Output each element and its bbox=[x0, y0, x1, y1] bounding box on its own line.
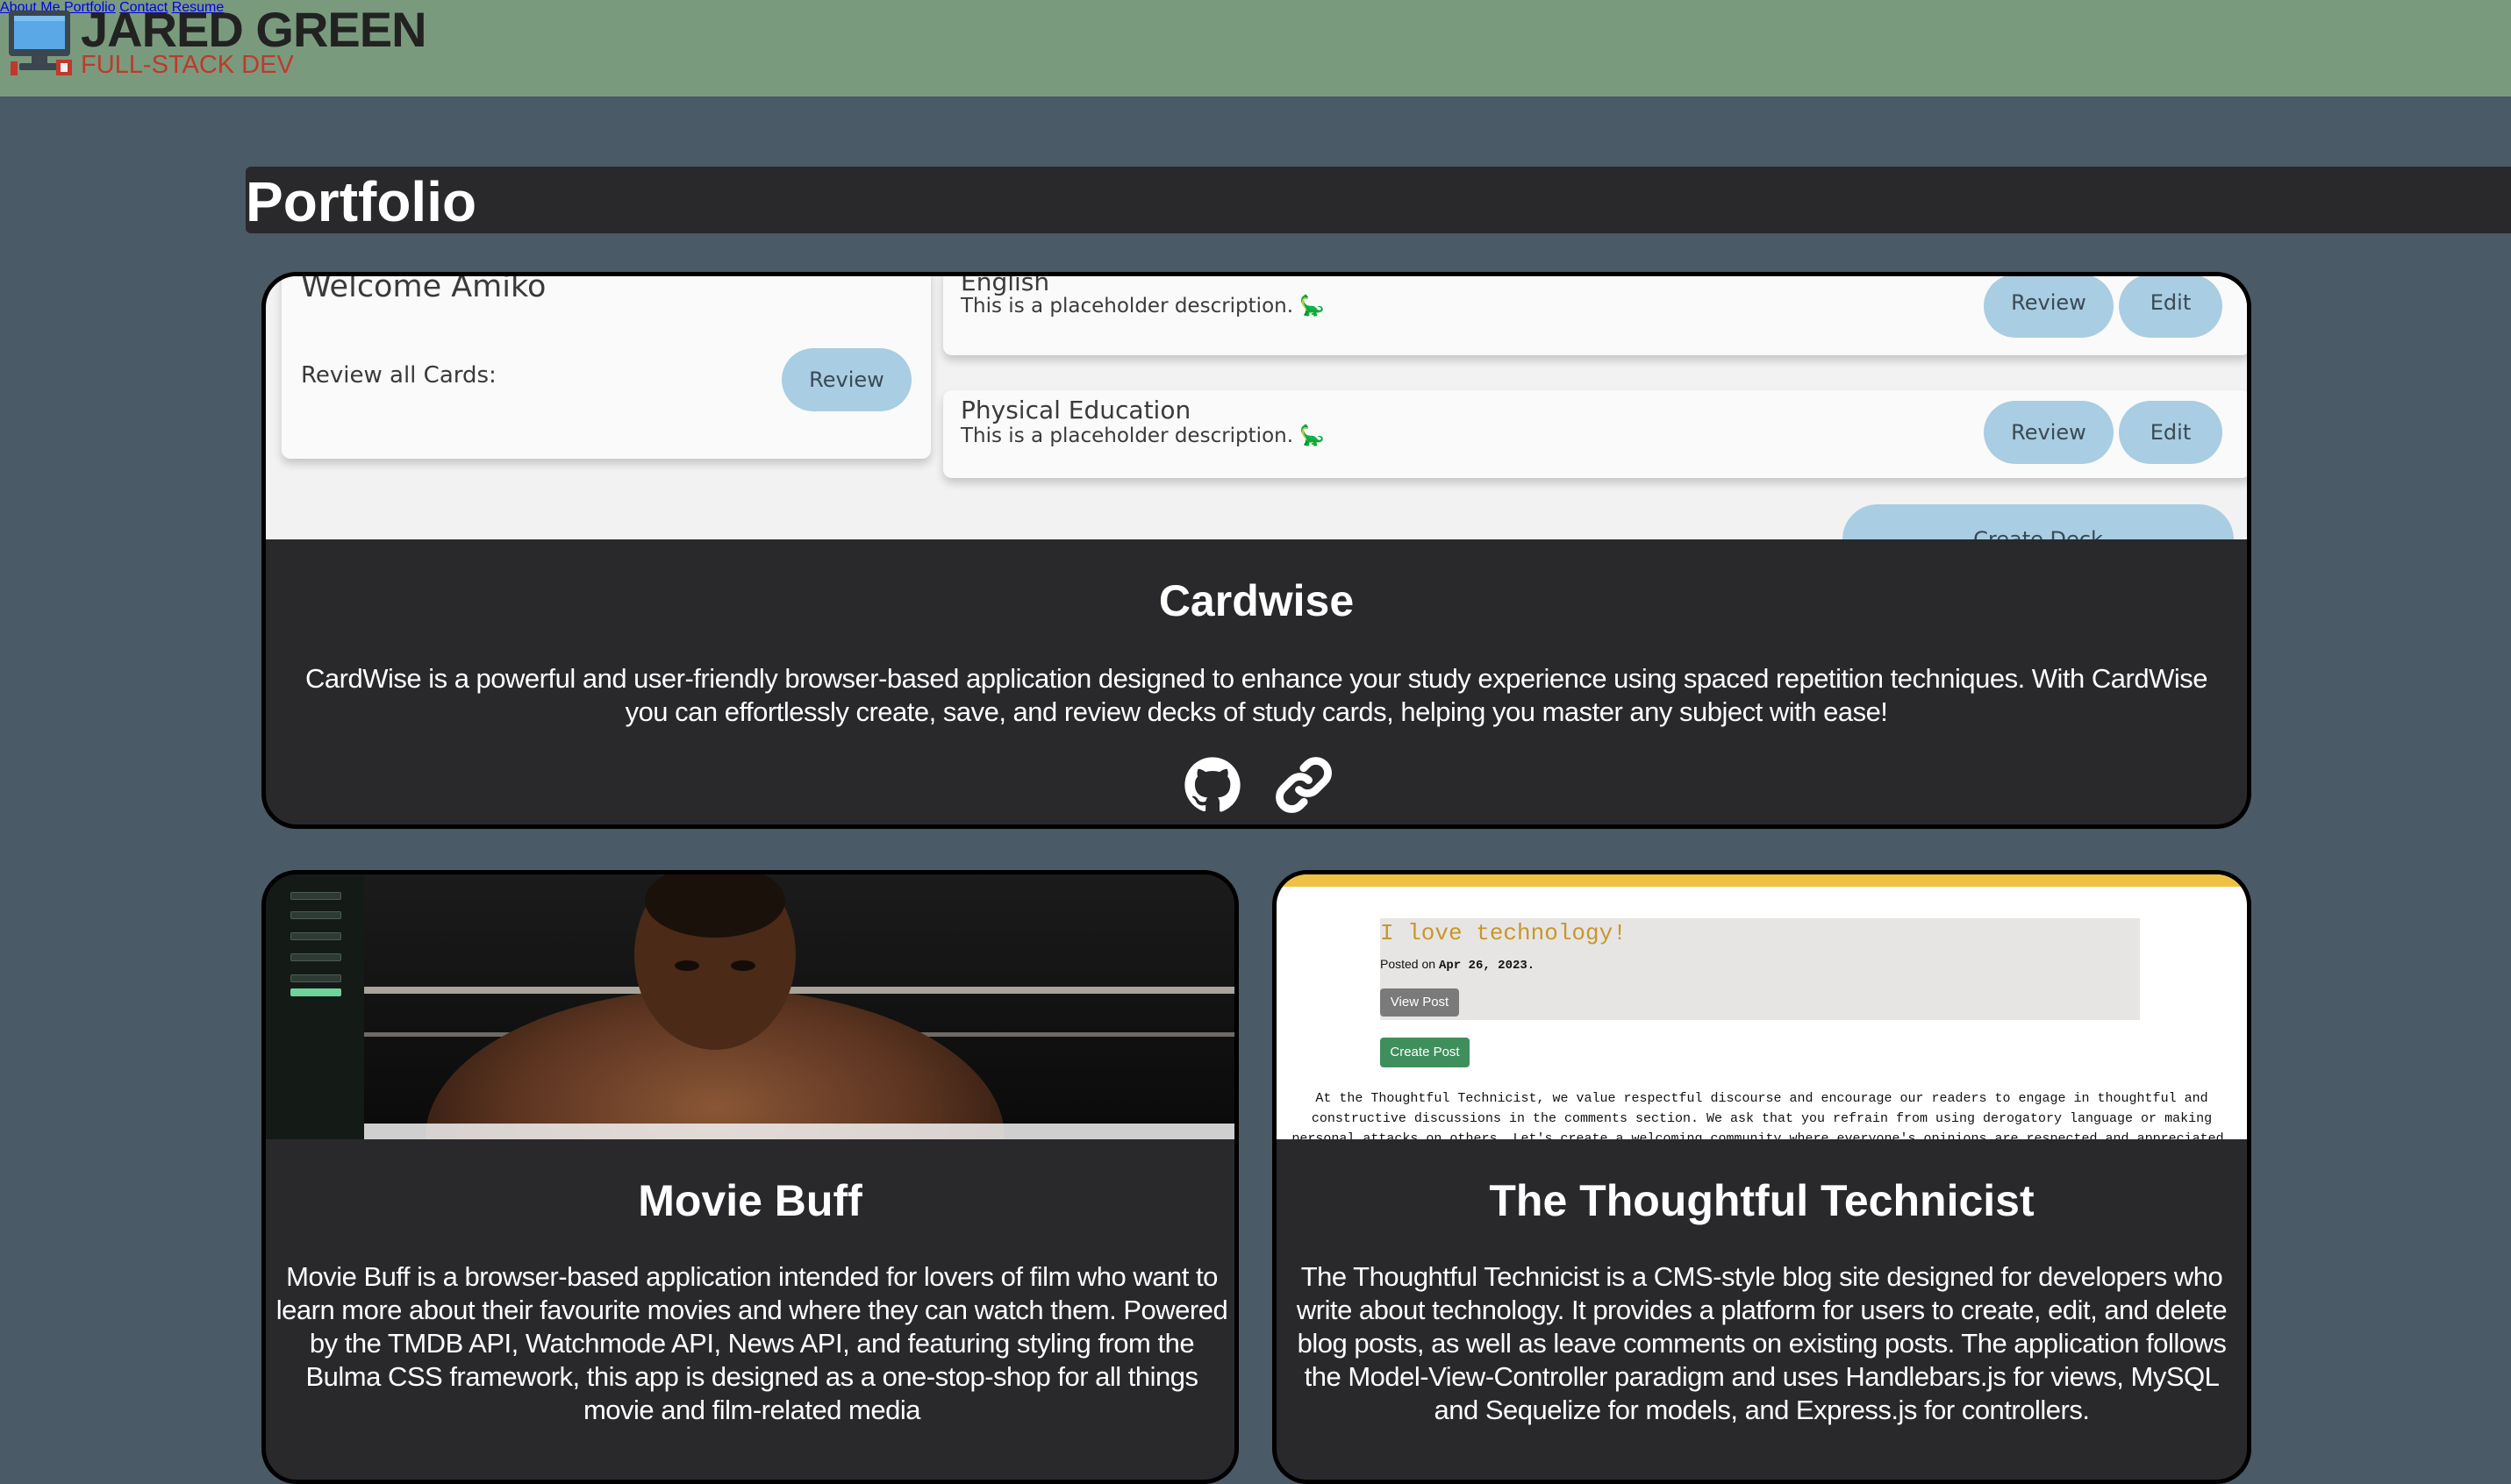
project-title: Movie Buff bbox=[638, 1176, 862, 1225]
deck-edit-button[interactable]: Edit bbox=[2119, 401, 2222, 464]
posted-on-label: Posted on bbox=[1380, 957, 1436, 971]
section-title-bar bbox=[246, 167, 2511, 233]
project-card-movie-buff: Movie Buff Movie Buff is a browser-based… bbox=[261, 870, 1239, 1484]
deck-name: Physical Education bbox=[961, 396, 1191, 425]
brand-subtitle: FULL-STACK DEV bbox=[81, 51, 294, 79]
app-sidebar bbox=[266, 874, 364, 1139]
deck-description: This is a placeholder description. 🦕 bbox=[961, 425, 1325, 447]
project-description: CardWise is a powerful and user-friendly… bbox=[305, 663, 2208, 727]
link-icon[interactable] bbox=[1275, 756, 1333, 814]
view-post-button[interactable]: View Post bbox=[1380, 988, 1459, 1017]
welcome-text: Welcome Amiko bbox=[301, 276, 547, 304]
deck-row-physical-education: Physical Education This is a placeholder… bbox=[943, 390, 2247, 478]
post-title[interactable]: I love technology! bbox=[1380, 920, 1627, 946]
deck-row-english: English This is a placeholder descriptio… bbox=[943, 276, 2247, 355]
site-top-bar bbox=[1277, 874, 2247, 887]
create-post-button[interactable]: Create Post bbox=[1380, 1038, 1470, 1067]
site-header: JARED GREEN FULL-STACK DEV About Me Port… bbox=[0, 0, 2511, 96]
project-card-cardwise: Welcome Amiko Review all Cards: Review E… bbox=[261, 272, 2251, 829]
deck-review-button[interactable]: Review bbox=[1984, 401, 2114, 464]
project-card-thoughtful-technicist: I love technology! Posted on Apr 26, 202… bbox=[1272, 870, 2251, 1484]
deck-review-button[interactable]: Review bbox=[1984, 276, 2114, 338]
post-date: Apr 26, 2023. bbox=[1438, 959, 1535, 973]
project-title: The Thoughtful Technicist bbox=[1489, 1176, 2035, 1225]
post-meta: Posted on Apr 26, 2023. bbox=[1380, 957, 1534, 973]
project-description: Movie Buff is a browser-based applicatio… bbox=[275, 1261, 1228, 1425]
project-screenshot-cardwise[interactable]: Welcome Amiko Review all Cards: Review E… bbox=[266, 276, 2247, 539]
community-notice: At the Thoughtful Technicist, we value r… bbox=[1291, 1091, 2232, 1139]
post-preview: I love technology! Posted on Apr 26, 202… bbox=[1380, 918, 2140, 1020]
project-screenshot-thoughtful-technicist[interactable]: I love technology! Posted on Apr 26, 202… bbox=[1277, 874, 2247, 1139]
review-all-button[interactable]: Review bbox=[782, 348, 912, 411]
create-deck-button[interactable]: Create Deck bbox=[1842, 504, 2234, 539]
movie-poster-image bbox=[364, 874, 1234, 1139]
project-title: Cardwise bbox=[1158, 576, 1355, 625]
brand-name[interactable]: JARED GREEN bbox=[81, 2, 427, 58]
welcome-panel: Welcome Amiko Review all Cards: Review bbox=[282, 276, 931, 459]
github-icon[interactable] bbox=[1184, 756, 1241, 814]
page-title: Portfolio bbox=[246, 170, 477, 233]
project-description: The Thoughtful Technicist is a CMS-style… bbox=[1296, 1261, 2228, 1425]
deck-edit-button[interactable]: Edit bbox=[2119, 276, 2222, 338]
review-all-label: Review all Cards: bbox=[301, 362, 497, 389]
deck-description: This is a placeholder description. 🦕 bbox=[961, 295, 1325, 317]
project-screenshot-movie-buff[interactable] bbox=[266, 874, 1234, 1139]
computer-monitor-icon[interactable] bbox=[7, 7, 72, 75]
